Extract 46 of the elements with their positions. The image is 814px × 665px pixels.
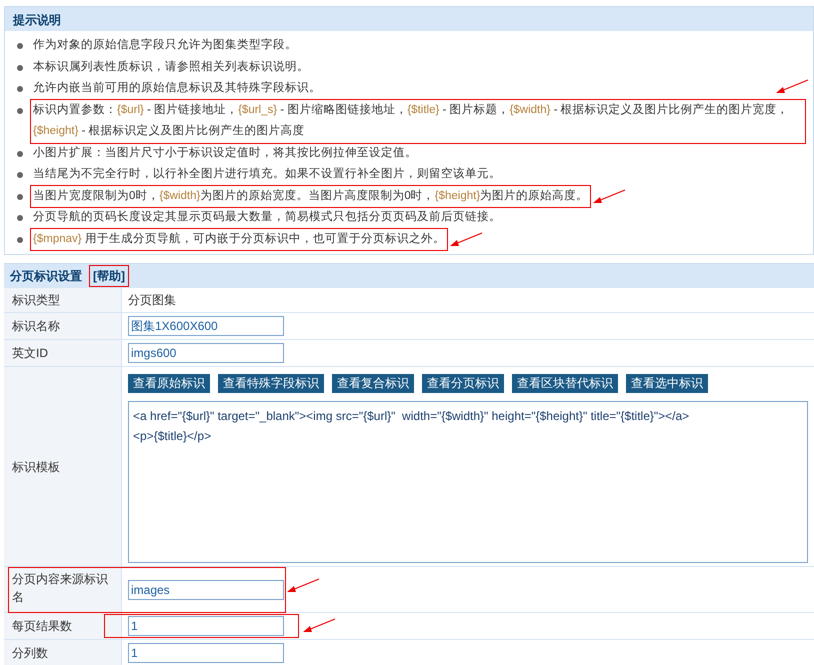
panel-title: 提示说明 [5,7,813,31]
bullet-icon [17,108,23,114]
arrow-icon [302,617,336,635]
bullet-icon [17,43,23,49]
template-editor[interactable]: <a href="{$url}" target="_blank"><img src="{$url}" width="{$width}" height="{$height}" title="{$title}"></a> <p>{$title}</p> [128,401,808,563]
input-field[interactable]: 1 [128,643,284,663]
note-text: 本标识属列表性质标识，请参照相关列表标识说明。 [32,60,310,74]
bullet-icon [17,150,23,156]
note-text: 标识内置参数：{$url} - 图片链接地址，{$url_s} - 图片缩略图链接地址，{$title} - 图片标题，{$width} - 根据标识定义及图片比例产生的图片宽度， {$height} - 根据标识定义及图片比例产生的图片高度 [31,100,805,142]
input-field[interactable]: 图集1X600X600 [128,316,284,336]
view-tag-button[interactable]: 查看分页标识 [422,374,504,393]
arrow-icon [448,230,483,248]
view-tag-button[interactable]: 查看原始标识 [128,374,210,393]
field-label: 分列数 [4,640,122,665]
input-field[interactable]: 1 [128,616,284,636]
bullet-icon [17,236,23,242]
field-label: 标识名称 [4,313,122,339]
arrow-icon [286,577,320,595]
field-label: 标识类型 [4,288,122,312]
note-text: 当图片宽度限制为0时，{$width}为图片的原始宽度。当图片高度限制为0时，{$height}为图片的原始高度。 [31,186,590,207]
field-label: 英文ID [4,340,122,366]
field-label: 标识模板 [4,367,122,566]
view-tag-button[interactable]: 查看选中标识 [626,374,708,393]
bullet-icon [17,64,23,70]
note-text: {$mpnav} 用于生成分页导航，可内嵌于分页标识中，也可置于分页标识之外。 [31,228,447,250]
field-label: 分页内容来源标识名 [4,567,122,612]
arrow-icon [592,188,626,206]
arrow-icon [775,78,809,96]
bullet-icon [17,86,23,92]
note-text: 允许内嵌当前可用的原始信息标识及其特殊字段标识。 [32,80,322,96]
input-field[interactable]: images [128,580,284,600]
section-title: 分页标识设置 [10,268,82,285]
bullet-icon [17,194,23,200]
field-value: 分页图集 [128,292,177,309]
note-text: 分页导航的页码长度设定其显示页码最大数量，简易模式只包括分页页码及前后页链接。 [32,209,502,225]
view-tag-button[interactable]: 查看区块替代标识 [512,374,618,393]
help-link[interactable]: [帮助] [90,266,128,286]
view-tag-button[interactable]: 查看复合标识 [332,374,414,393]
note-text: 作为对象的原始信息字段只允许为图集类型字段。 [32,37,298,53]
field-label: 每页结果数 [4,613,122,639]
note-text: 当结尾为不完全行时，以行补全图片进行填充。如果不设置行补全图片，则留空该单元。 [32,166,502,182]
input-field[interactable]: imgs600 [128,343,284,363]
bullet-icon [17,215,23,221]
note-text: 小图片扩展：当图片尺寸小于标识设定值时，将其按比例拉伸至设定值。 [32,145,418,160]
bullet-icon [17,172,23,178]
view-tag-button[interactable]: 查看特殊字段标识 [218,374,324,393]
